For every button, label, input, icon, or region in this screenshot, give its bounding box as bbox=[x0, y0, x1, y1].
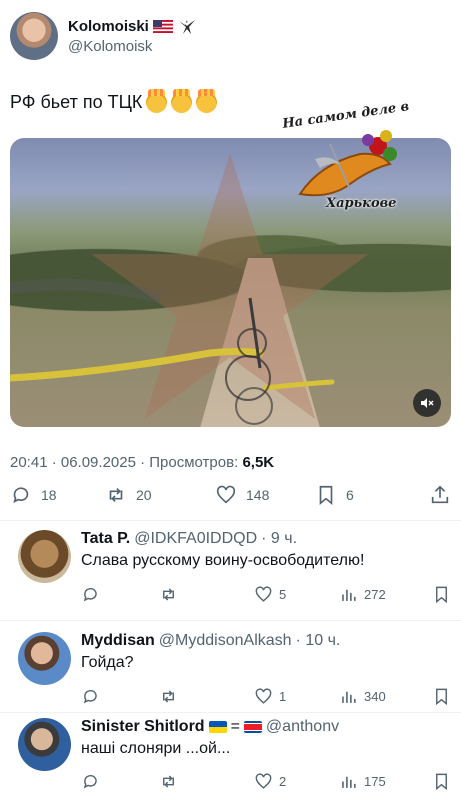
reply-like-button[interactable]: 2 bbox=[254, 772, 339, 791]
reply-reply-button[interactable] bbox=[81, 687, 159, 706]
post-time[interactable]: 20:41 · 06.09.2025 · Просмотров: bbox=[10, 454, 238, 471]
analytics-icon bbox=[342, 589, 356, 601]
overlay-bottom-text: Харькове bbox=[326, 196, 397, 211]
ukraine-flag-icon bbox=[208, 721, 227, 733]
reply-repost-button[interactable] bbox=[159, 585, 254, 604]
author-avatar[interactable] bbox=[10, 12, 58, 60]
bookmark-icon bbox=[436, 586, 447, 604]
reply-view-count: 272 bbox=[364, 587, 386, 602]
reply-like-count: 2 bbox=[279, 774, 287, 789]
reply-repost-button[interactable] bbox=[159, 772, 254, 791]
author-name[interactable]: Kolomoiski bbox=[68, 18, 149, 35]
post-actions: 18 20 148 6 bbox=[10, 484, 451, 506]
exploding-head-emoji bbox=[171, 89, 193, 113]
overlay-watermark: На самом деле в Харькове bbox=[282, 99, 412, 223]
reply-like-count: 1 bbox=[279, 689, 287, 704]
reply-reply-button[interactable] bbox=[81, 585, 159, 604]
reply-handle[interactable]: @MyddisonAlkash bbox=[159, 632, 292, 650]
equals-sign: = bbox=[230, 718, 240, 735]
like-count: 148 bbox=[246, 487, 270, 503]
post-text: РФ бьет по ТЦК bbox=[10, 89, 218, 113]
eagle-icon bbox=[178, 19, 195, 34]
divider bbox=[0, 520, 461, 521]
reply-bookmark-button[interactable] bbox=[432, 585, 451, 604]
reply-handle[interactable]: @IDKFA0IDDQD bbox=[134, 530, 257, 548]
bookmark-button[interactable]: 6 bbox=[315, 484, 415, 506]
repost-icon bbox=[163, 775, 174, 788]
comment-icon bbox=[83, 588, 97, 602]
reply-like-button[interactable]: 5 bbox=[254, 585, 339, 604]
reply-button[interactable]: 18 bbox=[10, 484, 105, 506]
share-icon bbox=[431, 485, 449, 504]
reply-text: наші слоняри ...ой... bbox=[81, 740, 231, 757]
reply-count: 18 bbox=[41, 487, 57, 503]
cornucopia-icon bbox=[298, 130, 397, 197]
exploding-head-emoji bbox=[146, 89, 168, 113]
reply-views-button[interactable]: 272 bbox=[339, 585, 429, 604]
reply-like-count: 5 bbox=[279, 587, 287, 602]
reply-time[interactable]: · 10 ч. bbox=[296, 632, 341, 650]
repost-icon bbox=[163, 690, 174, 703]
bookmark-icon bbox=[436, 688, 447, 706]
north-korea-flag-icon bbox=[243, 721, 262, 733]
bookmark-icon bbox=[436, 773, 447, 791]
repost-icon bbox=[163, 588, 174, 601]
reply-repost-button[interactable] bbox=[159, 687, 254, 706]
reply-view-count: 340 bbox=[364, 689, 386, 704]
reply-name[interactable]: Sinister Shitlord bbox=[81, 718, 205, 736]
post-views: 6,5K bbox=[242, 454, 275, 471]
like-button[interactable]: 148 bbox=[215, 484, 315, 506]
reply-avatar[interactable] bbox=[18, 718, 71, 771]
reply-bookmark-button[interactable] bbox=[432, 687, 451, 706]
heart-icon bbox=[255, 586, 272, 602]
exploding-head-emoji bbox=[196, 89, 218, 113]
reply-actions: 1 340 bbox=[81, 687, 451, 706]
speaker-muted-icon bbox=[421, 398, 434, 408]
reply-views-button[interactable]: 175 bbox=[339, 772, 429, 791]
author-name-row[interactable]: Kolomoiski bbox=[68, 18, 197, 36]
divider bbox=[0, 712, 461, 713]
share-button[interactable] bbox=[429, 484, 451, 506]
reply-name[interactable]: Myddisan bbox=[81, 632, 155, 650]
reply-views-button[interactable]: 340 bbox=[339, 687, 429, 706]
divider bbox=[0, 620, 461, 621]
bookmark-count: 6 bbox=[346, 487, 354, 503]
post-text-content: РФ бьет по ТЦК bbox=[10, 92, 143, 112]
heart-icon bbox=[255, 773, 272, 789]
reply-avatar[interactable] bbox=[18, 632, 71, 685]
reply-reply-button[interactable] bbox=[81, 772, 159, 791]
reply-text: Гойда? bbox=[81, 654, 134, 671]
author-handle[interactable]: @Kolomoisk bbox=[68, 38, 197, 55]
reply-name[interactable]: Tata P. bbox=[81, 530, 130, 548]
reply-handle[interactable]: @anthonv bbox=[266, 718, 339, 736]
analytics-icon bbox=[342, 691, 356, 703]
repost-button[interactable]: 20 bbox=[105, 484, 215, 506]
post-header: Kolomoiski @Kolomoisk bbox=[10, 12, 197, 60]
reply-actions: 5 272 bbox=[81, 585, 451, 604]
comment-icon bbox=[83, 690, 97, 704]
heart-icon bbox=[255, 688, 272, 704]
us-flag-icon bbox=[152, 20, 173, 33]
post-meta: 20:41 · 06.09.2025 · Просмотров: 6,5K bbox=[10, 454, 274, 471]
reply-like-button[interactable]: 1 bbox=[254, 687, 339, 706]
reply-bookmark-button[interactable] bbox=[432, 772, 451, 791]
repost-count: 20 bbox=[136, 487, 152, 503]
repost-icon bbox=[109, 487, 123, 503]
mute-button[interactable] bbox=[413, 389, 441, 417]
heart-icon bbox=[216, 485, 236, 504]
reply-avatar[interactable] bbox=[18, 530, 71, 583]
analytics-icon bbox=[342, 776, 356, 788]
reply-time[interactable]: · 9 ч. bbox=[261, 530, 297, 548]
reply-text: Слава русскому воину-освободителю! bbox=[81, 552, 365, 569]
comment-icon bbox=[13, 487, 29, 503]
bookmark-icon bbox=[319, 485, 333, 506]
reply-view-count: 175 bbox=[364, 774, 386, 789]
comment-icon bbox=[83, 775, 97, 789]
reply-actions: 2 175 bbox=[81, 772, 451, 791]
